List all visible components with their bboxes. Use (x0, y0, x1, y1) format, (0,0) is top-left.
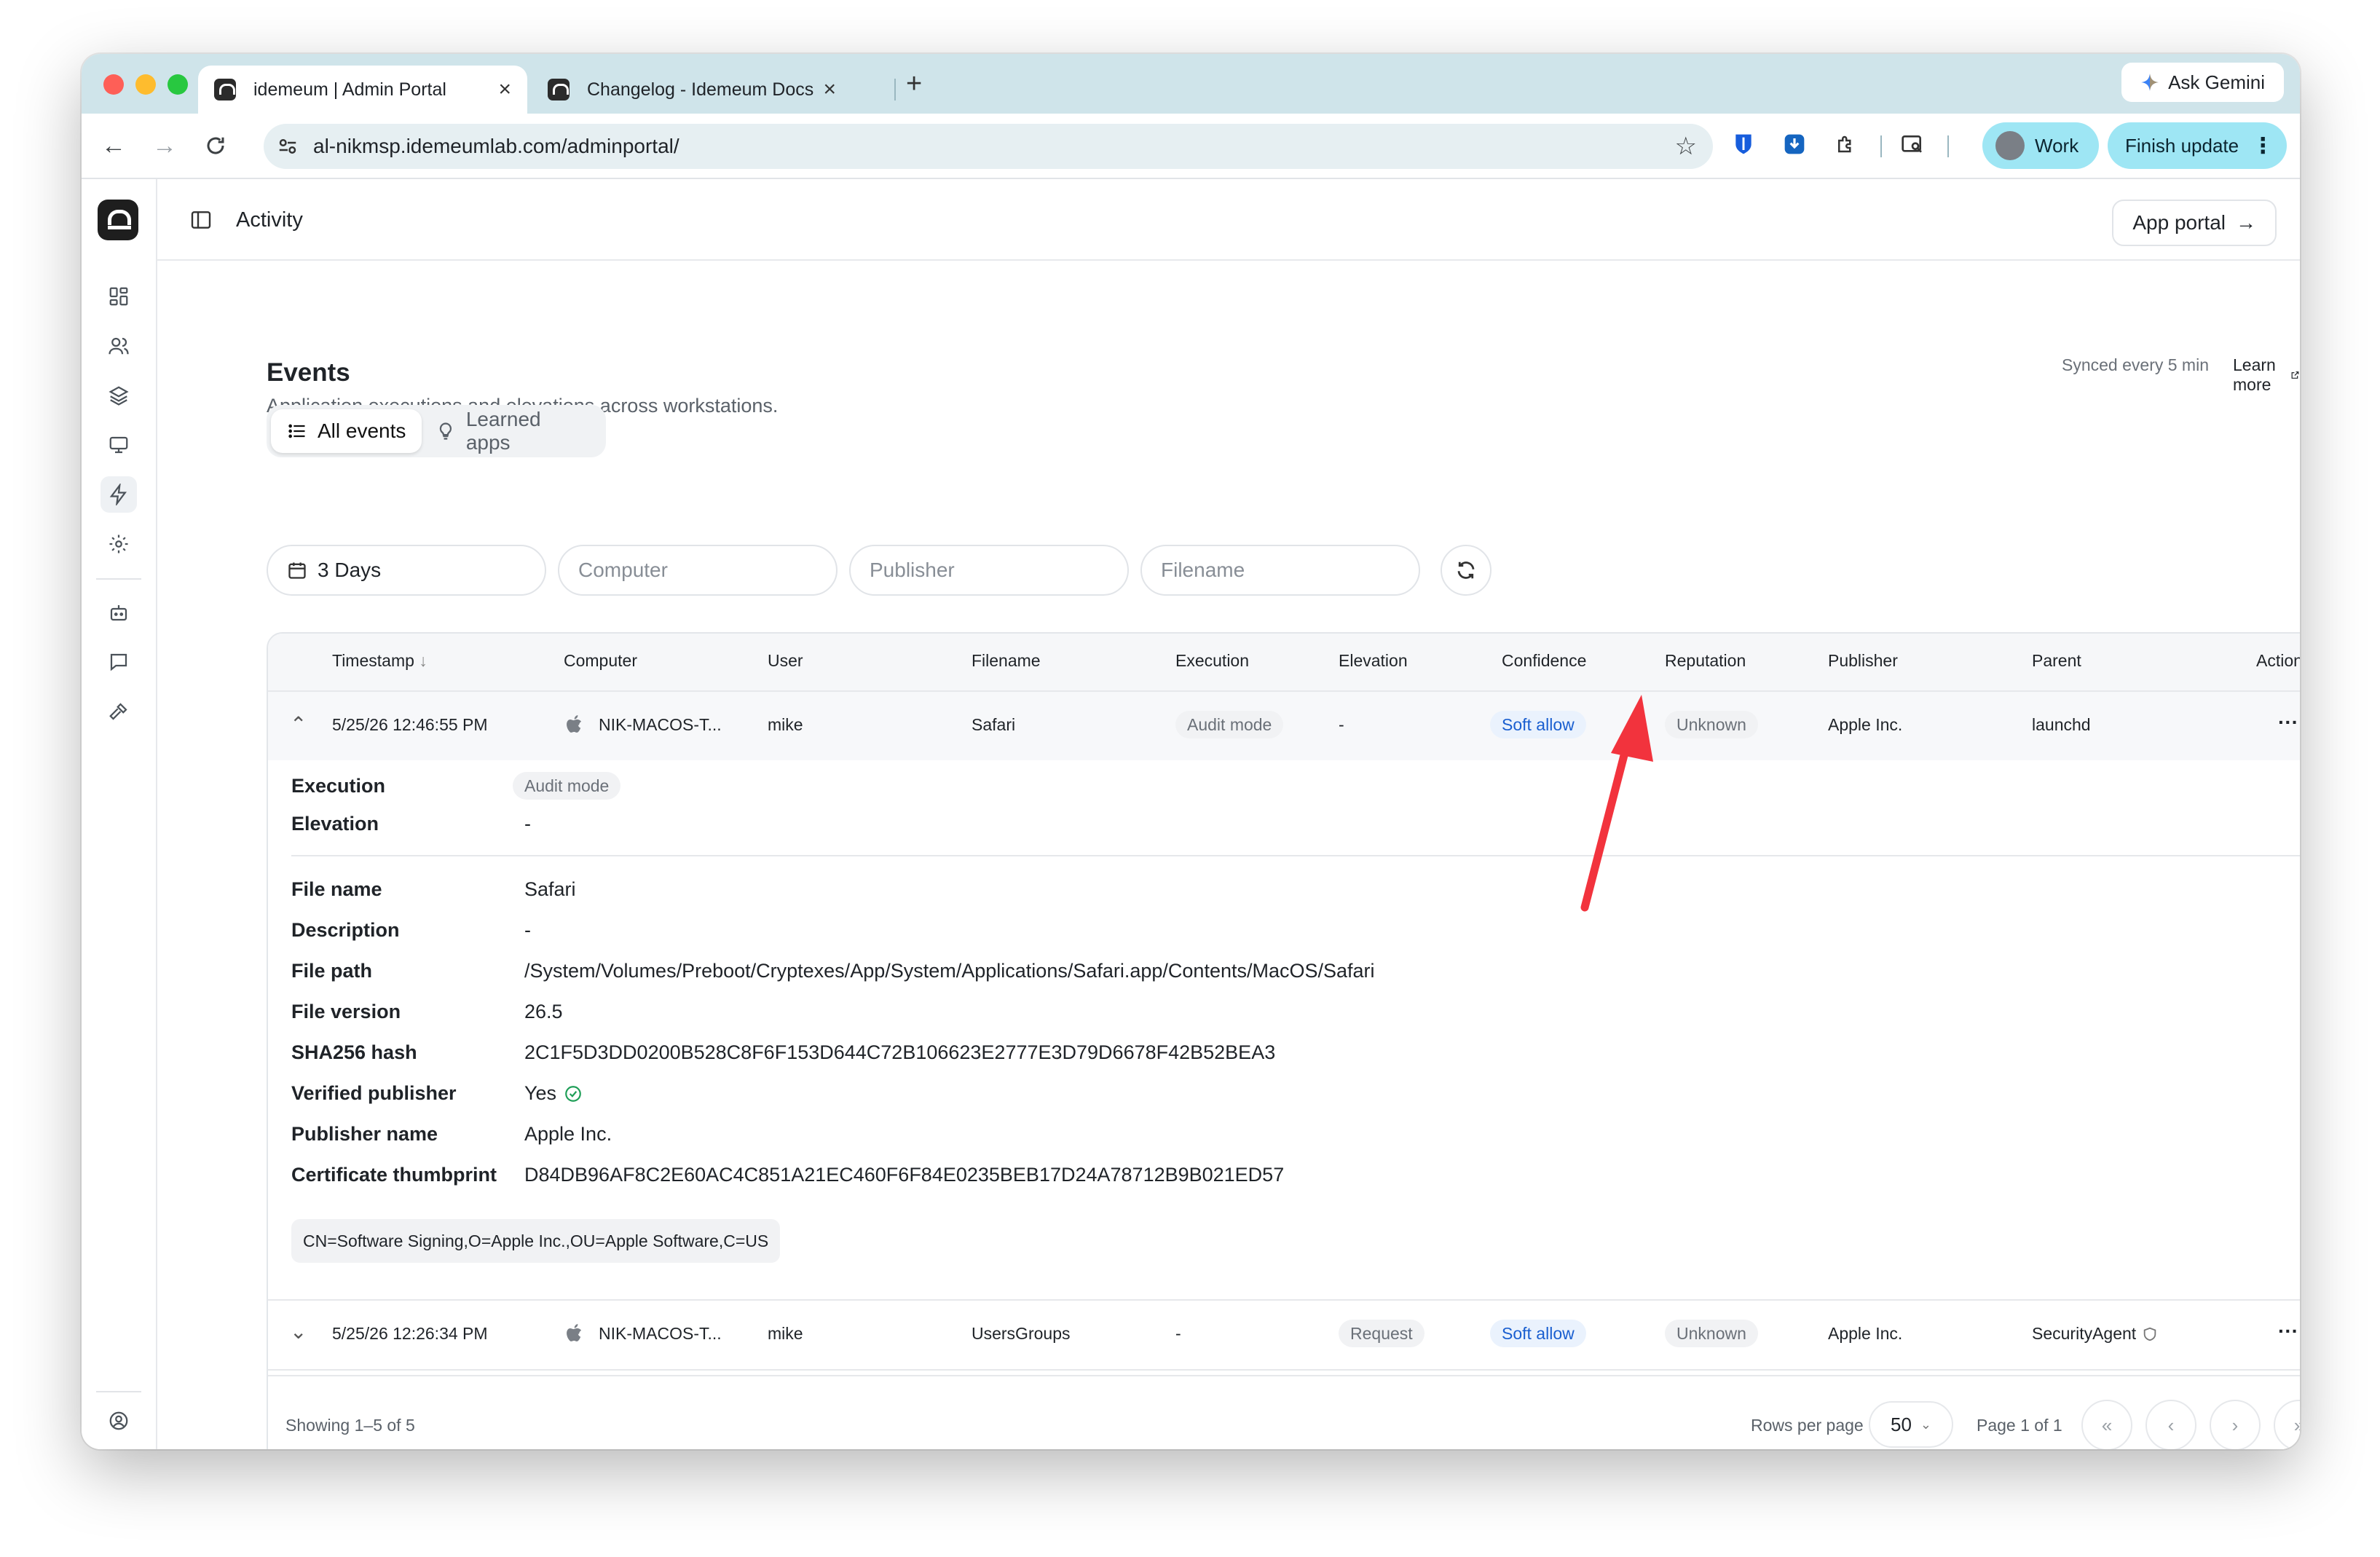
annotation-arrow-icon (1580, 695, 1653, 912)
browser-window: idemeum | Admin Portal × Changelog - Ide… (82, 54, 2300, 1449)
